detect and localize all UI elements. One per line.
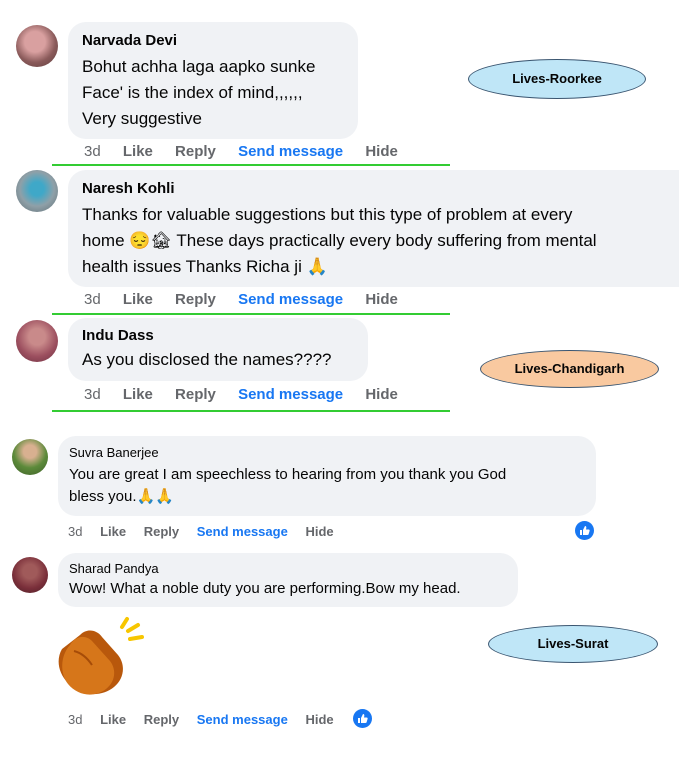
divider-line (52, 164, 450, 166)
comment-text: You are great I am speechless to hearing… (69, 466, 507, 483)
timestamp[interactable]: 3d (84, 291, 101, 308)
hide-button[interactable]: Hide (305, 524, 333, 539)
comment-bubble: Sharad Pandya Wow! What a noble duty you… (58, 553, 518, 607)
comment-actions: 3d Like Reply Send message Hide (84, 291, 416, 308)
comment-bubble: Naresh Kohli Thanks for valuable suggest… (68, 170, 679, 287)
reply-button[interactable]: Reply (175, 143, 216, 160)
send-message-button[interactable]: Send message (197, 712, 288, 727)
comment-actions: 3d Like Reply Send message Hide (68, 712, 352, 727)
reply-button[interactable]: Reply (144, 524, 179, 539)
commenter-name[interactable]: Naresh Kohli (82, 180, 665, 197)
comment-bubble: Indu Dass As you disclosed the names???? (68, 318, 368, 381)
avatar[interactable] (16, 170, 58, 212)
thumbs-up-icon[interactable] (353, 709, 372, 728)
comment-text: Bohut achha laga aapko sunke (82, 57, 316, 76)
clapping-hands-sticker (50, 615, 145, 700)
hide-button[interactable]: Hide (365, 386, 398, 403)
hide-button[interactable]: Hide (365, 291, 398, 308)
avatar[interactable] (16, 320, 58, 362)
send-message-button[interactable]: Send message (197, 524, 288, 539)
divider-line (52, 313, 450, 315)
like-button[interactable]: Like (123, 386, 153, 403)
like-button[interactable]: Like (100, 712, 126, 727)
comment-actions: 3d Like Reply Send message Hide (68, 524, 352, 539)
comment-text: health issues Thanks Richa ji 🙏 (82, 257, 328, 276)
reply-button[interactable]: Reply (175, 386, 216, 403)
commenter-name[interactable]: Suvra Banerjee (69, 445, 585, 460)
comment-text: Very suggestive (82, 109, 203, 128)
like-button[interactable]: Like (123, 291, 153, 308)
comment-bubble: Suvra Banerjee You are great I am speech… (58, 436, 596, 516)
location-tag-roorkee: Lives-Roorkee (468, 59, 646, 99)
send-message-button[interactable]: Send message (238, 291, 343, 308)
comment-text: home 😔🏚 These days practically every bod… (82, 231, 597, 250)
comment-text: Face' is the index of mind,,,,,, (82, 83, 303, 102)
timestamp[interactable]: 3d (68, 712, 82, 727)
avatar[interactable] (12, 557, 48, 593)
comment-actions: 3d Like Reply Send message Hide (84, 386, 416, 403)
comment-bubble: Narvada Devi Bohut achha laga aapko sunk… (68, 22, 358, 139)
like-button[interactable]: Like (100, 524, 126, 539)
timestamp[interactable]: 3d (68, 524, 82, 539)
timestamp[interactable]: 3d (84, 143, 101, 160)
timestamp[interactable]: 3d (84, 386, 101, 403)
comment-text: Thanks for valuable suggestions but this… (82, 205, 573, 224)
avatar[interactable] (16, 25, 58, 67)
like-button[interactable]: Like (123, 143, 153, 160)
thumbs-up-icon[interactable] (575, 521, 594, 540)
location-tag-surat: Lives-Surat (488, 625, 658, 663)
send-message-button[interactable]: Send message (238, 386, 343, 403)
comment-text: bless you.🙏🙏 (69, 488, 174, 505)
divider-line (52, 410, 450, 412)
commenter-name[interactable]: Sharad Pandya (69, 561, 507, 576)
hide-button[interactable]: Hide (305, 712, 333, 727)
comment-actions: 3d Like Reply Send message Hide (84, 143, 416, 160)
location-tag-chandigarh: Lives-Chandigarh (480, 350, 659, 388)
reply-button[interactable]: Reply (144, 712, 179, 727)
comment-text: As you disclosed the names???? (82, 350, 332, 369)
reply-button[interactable]: Reply (175, 291, 216, 308)
send-message-button[interactable]: Send message (238, 143, 343, 160)
commenter-name[interactable]: Indu Dass (82, 327, 354, 344)
avatar[interactable] (12, 439, 48, 475)
commenter-name[interactable]: Narvada Devi (82, 32, 344, 49)
hide-button[interactable]: Hide (365, 143, 398, 160)
comment-text: Wow! What a noble duty you are performin… (69, 580, 461, 597)
